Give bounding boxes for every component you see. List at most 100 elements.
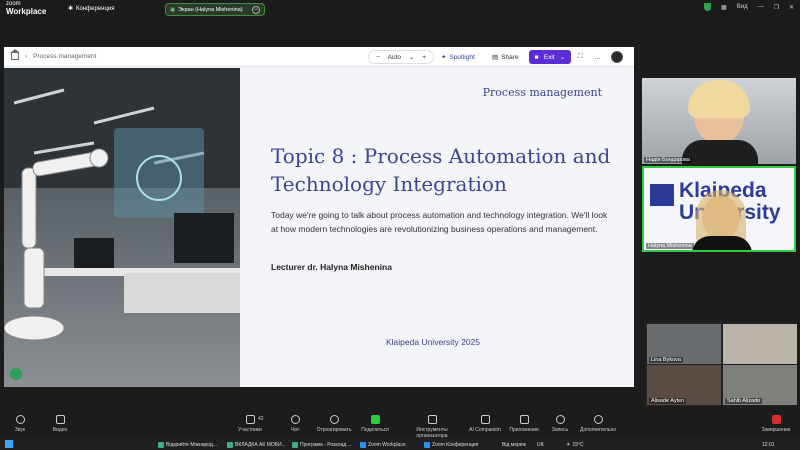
zoom-select[interactable]: Auto [388,54,401,61]
security-shield-icon [704,3,712,11]
share-button[interactable]: ▤ Share [492,50,519,64]
participant-video-2[interactable]: Klaipeda University Halyna Mishenina [642,166,796,252]
screen-icon: ▣ [170,6,176,13]
control-label: Приложения [509,427,539,433]
zoom-in-button[interactable]: + [422,54,426,61]
screen-share-pill[interactable]: ▣ Экран (Halyna Mishenina) − [165,3,265,16]
control-label: Видео [52,427,68,433]
slide-header-label: Process management [482,86,602,99]
zoom-logo: zoom Workplace [6,1,46,17]
heart-icon [329,415,339,424]
window-controls: ▦ Вид — ❐ ✕ [704,3,794,11]
grid-view-icon[interactable]: ▦ [721,4,727,11]
weather-label: 15°C [572,441,584,448]
participant-tile[interactable] [723,324,797,364]
participant-tile[interactable]: Alisade Ayten [647,365,721,405]
view-button[interactable]: Вид [737,4,748,10]
control-label: Участники [238,427,262,433]
participants-icon [245,415,255,424]
participant-body [682,140,758,164]
participant-count: 42 [258,416,264,422]
participant-gallery: Lina Bykova Alisade Ayten Sahib Alizade [645,322,797,406]
shared-slide: › Process management − Auto ⌄ + ✦ Spotli… [4,47,634,387]
clock[interactable]: 12:01 [762,440,775,449]
chevron-down-icon[interactable]: ⌄ [560,53,565,61]
spotlight-icon: ✦ [441,54,447,61]
language-indicator[interactable]: UK [537,440,544,449]
search-box[interactable]: Від мереж [502,440,526,449]
taskbar-item[interactable]: ВКЛАДКА АК МОБИ... [227,440,286,449]
weather-widget[interactable]: ☀ 15°C [566,440,584,449]
host-tools-button[interactable]: Инструменты организатора [408,415,456,439]
breadcrumb-label[interactable]: Process management [33,53,96,60]
end-meeting-button[interactable]: Завершение [756,415,796,433]
react-button[interactable]: Отреагировать [314,415,354,433]
control-label: Запись [551,427,569,433]
taskbar-label: Zoom Workplace [368,441,406,448]
meeting-controls: Звук Видео Участники 42 Чат Отреагироват… [0,412,800,439]
control-label: Отреагировать [316,427,352,433]
robot-office-illustration [4,68,240,380]
windows-start-icon[interactable] [5,440,13,448]
close-icon[interactable]: ✕ [789,4,794,11]
zoom-control: − Auto ⌄ + [368,50,434,64]
taskbar-item[interactable]: Zoom Конференция [424,440,478,449]
participant-video-1[interactable]: Надія Бондарова [642,78,796,164]
screen-share-label: Экран (Halyna Mishenina) [178,6,243,13]
search-label: Від мереж [502,441,526,448]
more-button[interactable]: … [594,50,604,64]
apps-button[interactable]: Приложения [504,415,544,433]
stop-icon: ■ [534,53,539,61]
share-screen-button[interactable]: Поделиться [355,415,395,433]
windows-taskbar: Відкрийте Міжнарод... ВКЛАДКА АК МОБИ...… [0,438,800,450]
control-label: Завершение [761,427,791,433]
chevron-down-icon[interactable]: ⌄ [409,53,414,61]
control-label: Дополнительно [580,427,616,433]
paw-icon: ✱ [68,6,74,12]
participant-name: Lina Bykova [649,357,683,363]
participant-name: Sahib Alizade [725,398,763,404]
shield-icon [427,415,437,424]
record-icon [555,415,565,424]
home-icon[interactable] [10,49,20,60]
fullscreen-icon[interactable]: ⛶ [578,50,588,64]
conference-menu[interactable]: ✱ Конференция [68,5,115,13]
slide-university: Klaipeda University 2025 [386,337,481,347]
taskbar-item[interactable]: Програма - Розклад ... [292,440,352,449]
conference-label: Конференция [76,5,115,12]
app-icon [292,441,298,448]
exit-button[interactable]: ■ Exit ⌄ [529,50,571,64]
share-icon [370,415,380,424]
top-bar: zoom Workplace ✱ Конференция ▣ Экран (Ha… [0,0,800,20]
slide-toolbar: › Process management − Auto ⌄ + ✦ Spotli… [4,47,634,67]
participants-button[interactable]: Участники [230,415,270,433]
audio-button[interactable]: Звук [0,415,40,433]
app-icon [227,441,233,448]
minimize-icon[interactable]: — [758,4,764,10]
record-button[interactable]: Запись [540,415,580,433]
weather-icon: ☀ [566,441,571,448]
participant-tile[interactable]: Lina Bykova [647,324,721,364]
control-label: Поделиться [361,427,389,433]
control-label: Чат [290,427,300,433]
minus-icon[interactable]: − [252,5,260,14]
zoom-icon [360,441,366,448]
time-label: 12:01 [762,441,775,448]
taskbar-item[interactable]: Відкрийте Міжнарод... [158,440,217,449]
zoom-window: zoom Workplace ✱ Конференция ▣ Экран (Ha… [0,0,800,450]
slide-description: Today we're going to talk about process … [271,210,608,234]
more-options-button[interactable]: Дополнительно [578,415,618,433]
chat-button[interactable]: Чат [275,415,315,433]
microphone-icon [15,415,25,424]
taskbar-item[interactable]: Zoom Workplace [360,440,406,449]
ai-companion-button[interactable]: AI Companion [465,415,505,433]
participant-hair [688,80,750,118]
avatar[interactable] [611,51,623,63]
video-button[interactable]: Видео [40,415,80,433]
share-label: Share [501,53,519,61]
spotlight-button[interactable]: ✦ Spotlight [441,50,475,64]
zoom-out-button[interactable]: − [376,54,380,61]
participant-tile[interactable]: Sahib Alizade [723,365,797,405]
restore-icon[interactable]: ❐ [774,4,779,11]
robot-office-image [4,68,240,387]
